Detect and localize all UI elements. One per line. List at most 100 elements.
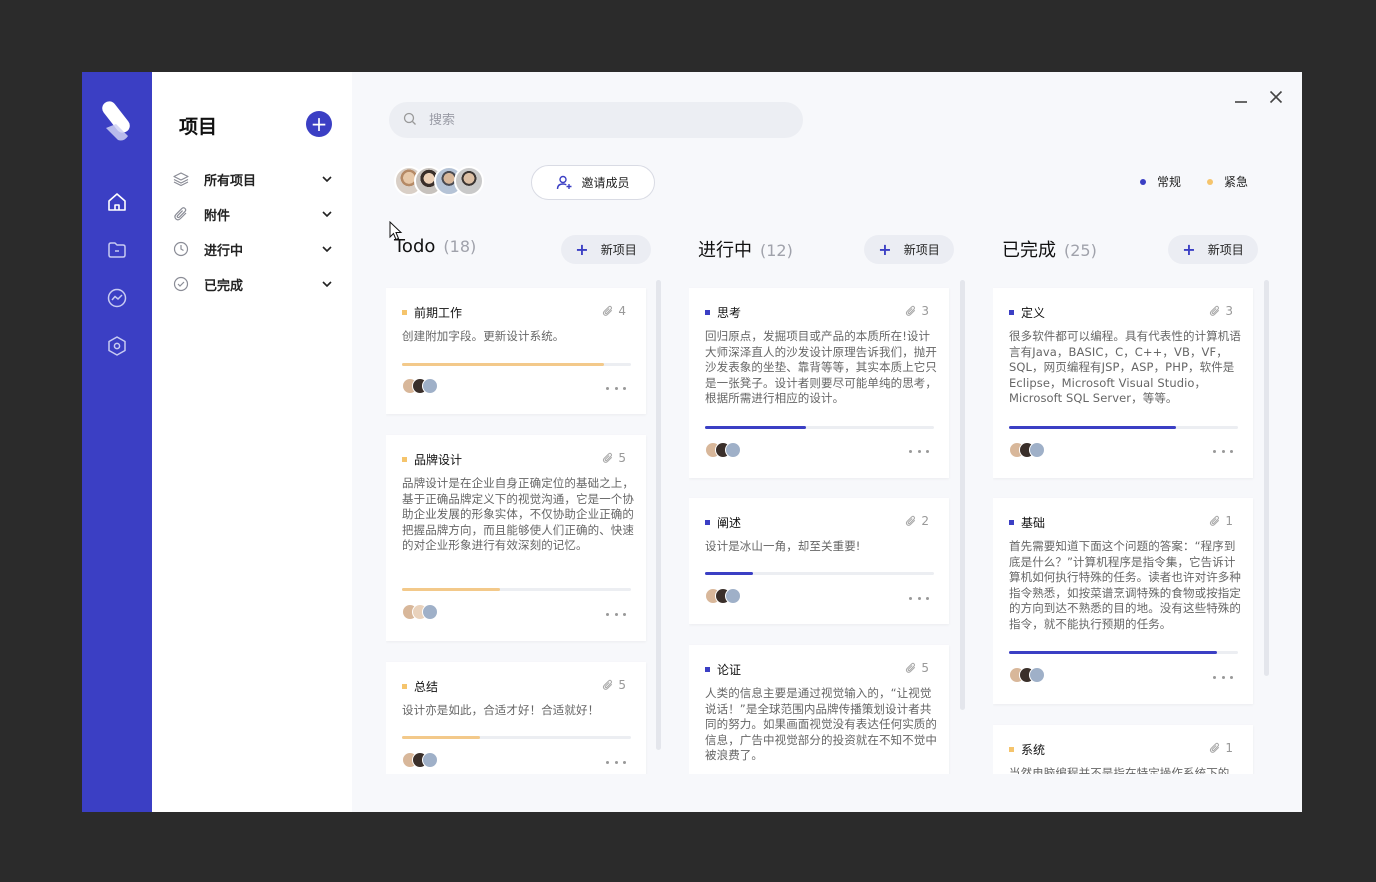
- progress-fill: [1009, 651, 1218, 654]
- attachment-number: 5: [921, 661, 929, 675]
- plus-icon: +: [1182, 239, 1196, 259]
- card-assignees[interactable]: [705, 588, 749, 606]
- close-button[interactable]: [1265, 86, 1287, 108]
- logo-icon[interactable]: [102, 100, 132, 142]
- card-description: 很多软件都可以编程。具有代表性的计算机语言有Java，BASIC，C，C++，V…: [1009, 329, 1241, 406]
- search-icon: [403, 111, 417, 130]
- add-user-icon: [557, 175, 572, 190]
- more-options-button[interactable]: [1213, 446, 1233, 456]
- task-card[interactable]: 论证 5 人类的信息主要是通过视觉输入的，“让视觉说话！”是全球范围内品牌传播策…: [689, 645, 949, 774]
- chevron-down-icon[interactable]: [322, 279, 332, 289]
- progress-fill: [402, 588, 501, 591]
- activity-icon[interactable]: [104, 285, 130, 311]
- card-title-text: 思考: [717, 306, 742, 320]
- invite-member-button[interactable]: 邀请成员: [531, 165, 655, 200]
- task-card[interactable]: 品牌设计 5 品牌设计是在企业自身正确定位的基础之上，基于正确品牌定义下的视觉沟…: [386, 435, 646, 641]
- minimize-button[interactable]: [1230, 86, 1252, 108]
- sidebar-item-attachments[interactable]: 附件: [172, 203, 332, 225]
- priority-marker: [402, 310, 407, 315]
- attachment-number: 3: [1225, 304, 1233, 318]
- attachment-number: 1: [1225, 514, 1233, 528]
- plus-icon: +: [575, 239, 589, 259]
- sidebar-item-completed[interactable]: 已完成: [172, 273, 332, 295]
- sidebar-item-label: 已完成: [204, 278, 244, 294]
- search-bar[interactable]: [389, 102, 803, 138]
- column-in-progress: 思考 3 回归原点，发掘项目或产品的本质所在!设计大师深泽直人的沙发设计原理告诉…: [689, 274, 951, 774]
- attachment-number: 3: [921, 304, 929, 318]
- new-item-button[interactable]: + 新项目: [561, 235, 651, 264]
- more-options-button[interactable]: [606, 757, 626, 767]
- card-assignees[interactable]: [1009, 667, 1053, 685]
- attachment-count: 3: [905, 304, 929, 318]
- column-header-in-progress: 进行中 (12): [698, 236, 793, 262]
- task-card[interactable]: 思考 3 回归原点，发掘项目或产品的本质所在!设计大师深泽直人的沙发设计原理告诉…: [689, 288, 949, 478]
- card-title: 品牌设计: [402, 451, 462, 468]
- card-title: 论证: [705, 661, 741, 678]
- card-assignees[interactable]: [1009, 442, 1053, 460]
- task-card[interactable]: 前期工作 4 创建附加字段。更新设计系统。: [386, 288, 646, 414]
- card-assignees[interactable]: [402, 378, 446, 396]
- close-icon: [1269, 90, 1283, 104]
- progress-bar: [402, 363, 631, 366]
- home-icon[interactable]: [104, 189, 130, 215]
- invite-label: 邀请成员: [581, 176, 630, 190]
- search-input[interactable]: [429, 112, 769, 128]
- card-title: 前期工作: [402, 304, 462, 321]
- card-description: 回归原点，发掘项目或产品的本质所在!设计大师深泽直人的沙发设计原理告诉我们，抛开…: [705, 329, 937, 406]
- card-title: 基础: [1009, 514, 1045, 531]
- column-count: (25): [1064, 241, 1097, 260]
- avatar[interactable]: [454, 166, 484, 196]
- column-header-todo: Todo (18): [394, 236, 476, 257]
- new-item-button[interactable]: + 新项目: [1168, 235, 1258, 264]
- chevron-down-icon[interactable]: [322, 174, 332, 184]
- folder-icon[interactable]: [104, 237, 130, 263]
- paperclip-icon: [172, 205, 190, 223]
- progress-bar: [1009, 426, 1238, 429]
- new-item-label: 新项目: [600, 243, 637, 257]
- settings-hex-icon[interactable]: [104, 333, 130, 359]
- card-assignees[interactable]: [402, 752, 446, 770]
- more-options-button[interactable]: [909, 446, 929, 456]
- project-sidebar: 项目 + 所有项目 附件 进行中 已完成: [152, 72, 352, 812]
- card-title-text: 前期工作: [414, 306, 463, 320]
- more-options-button[interactable]: [606, 609, 626, 619]
- more-options-button[interactable]: [1213, 672, 1233, 682]
- layers-icon: [172, 170, 190, 188]
- task-card[interactable]: 系统 1 当然电脑编程并不是指在特定操作系统下的: [993, 725, 1253, 774]
- more-options-button[interactable]: [909, 593, 929, 603]
- scrollbar-todo[interactable]: [656, 280, 661, 750]
- scrollbar-completed[interactable]: [1264, 280, 1269, 676]
- paperclip-icon: [906, 305, 916, 316]
- card-title-text: 阐述: [717, 516, 742, 530]
- chevron-down-icon[interactable]: [322, 244, 332, 254]
- legend-dot: [1140, 178, 1146, 185]
- task-card[interactable]: 阐述 2 设计是冰山一角，却至关重要!: [689, 498, 949, 624]
- priority-marker: [705, 310, 710, 315]
- minimize-icon: [1235, 101, 1247, 103]
- scrollbar-in-progress[interactable]: [960, 280, 965, 710]
- card-assignees[interactable]: [402, 604, 446, 622]
- card-title-text: 定义: [1021, 306, 1046, 320]
- task-card[interactable]: 定义 3 很多软件都可以编程。具有代表性的计算机语言有Java，BASIC，C，…: [993, 288, 1253, 478]
- paperclip-icon: [1210, 305, 1220, 316]
- task-card[interactable]: 基础 1 首先需要知道下面这个问题的答案：“程序到底是什么？”计算机程序是指令集…: [993, 498, 1253, 704]
- member-avatars[interactable]: [394, 166, 494, 198]
- sidebar-item-in-progress[interactable]: 进行中: [172, 238, 332, 260]
- card-title-text: 总结: [414, 680, 439, 694]
- new-item-button[interactable]: + 新项目: [864, 235, 954, 264]
- progress-bar: [705, 426, 934, 429]
- card-title: 定义: [1009, 304, 1045, 321]
- card-description: 设计是冰山一角，却至关重要!: [705, 539, 861, 553]
- legend-normal: 常规: [1140, 173, 1181, 190]
- sidebar-item-all-projects[interactable]: 所有项目: [172, 168, 332, 190]
- task-card[interactable]: 总结 5 设计亦是如此，合适才好！合适就好！: [386, 662, 646, 774]
- progress-bar: [402, 736, 631, 739]
- card-description: 创建附加字段。更新设计系统。: [402, 329, 565, 343]
- nav-rail: [82, 72, 152, 812]
- more-options-button[interactable]: [606, 383, 626, 393]
- card-assignees[interactable]: [705, 442, 749, 460]
- add-project-button[interactable]: +: [306, 111, 332, 137]
- paperclip-icon: [603, 452, 613, 463]
- chevron-down-icon[interactable]: [322, 209, 332, 219]
- paperclip-icon: [906, 515, 916, 526]
